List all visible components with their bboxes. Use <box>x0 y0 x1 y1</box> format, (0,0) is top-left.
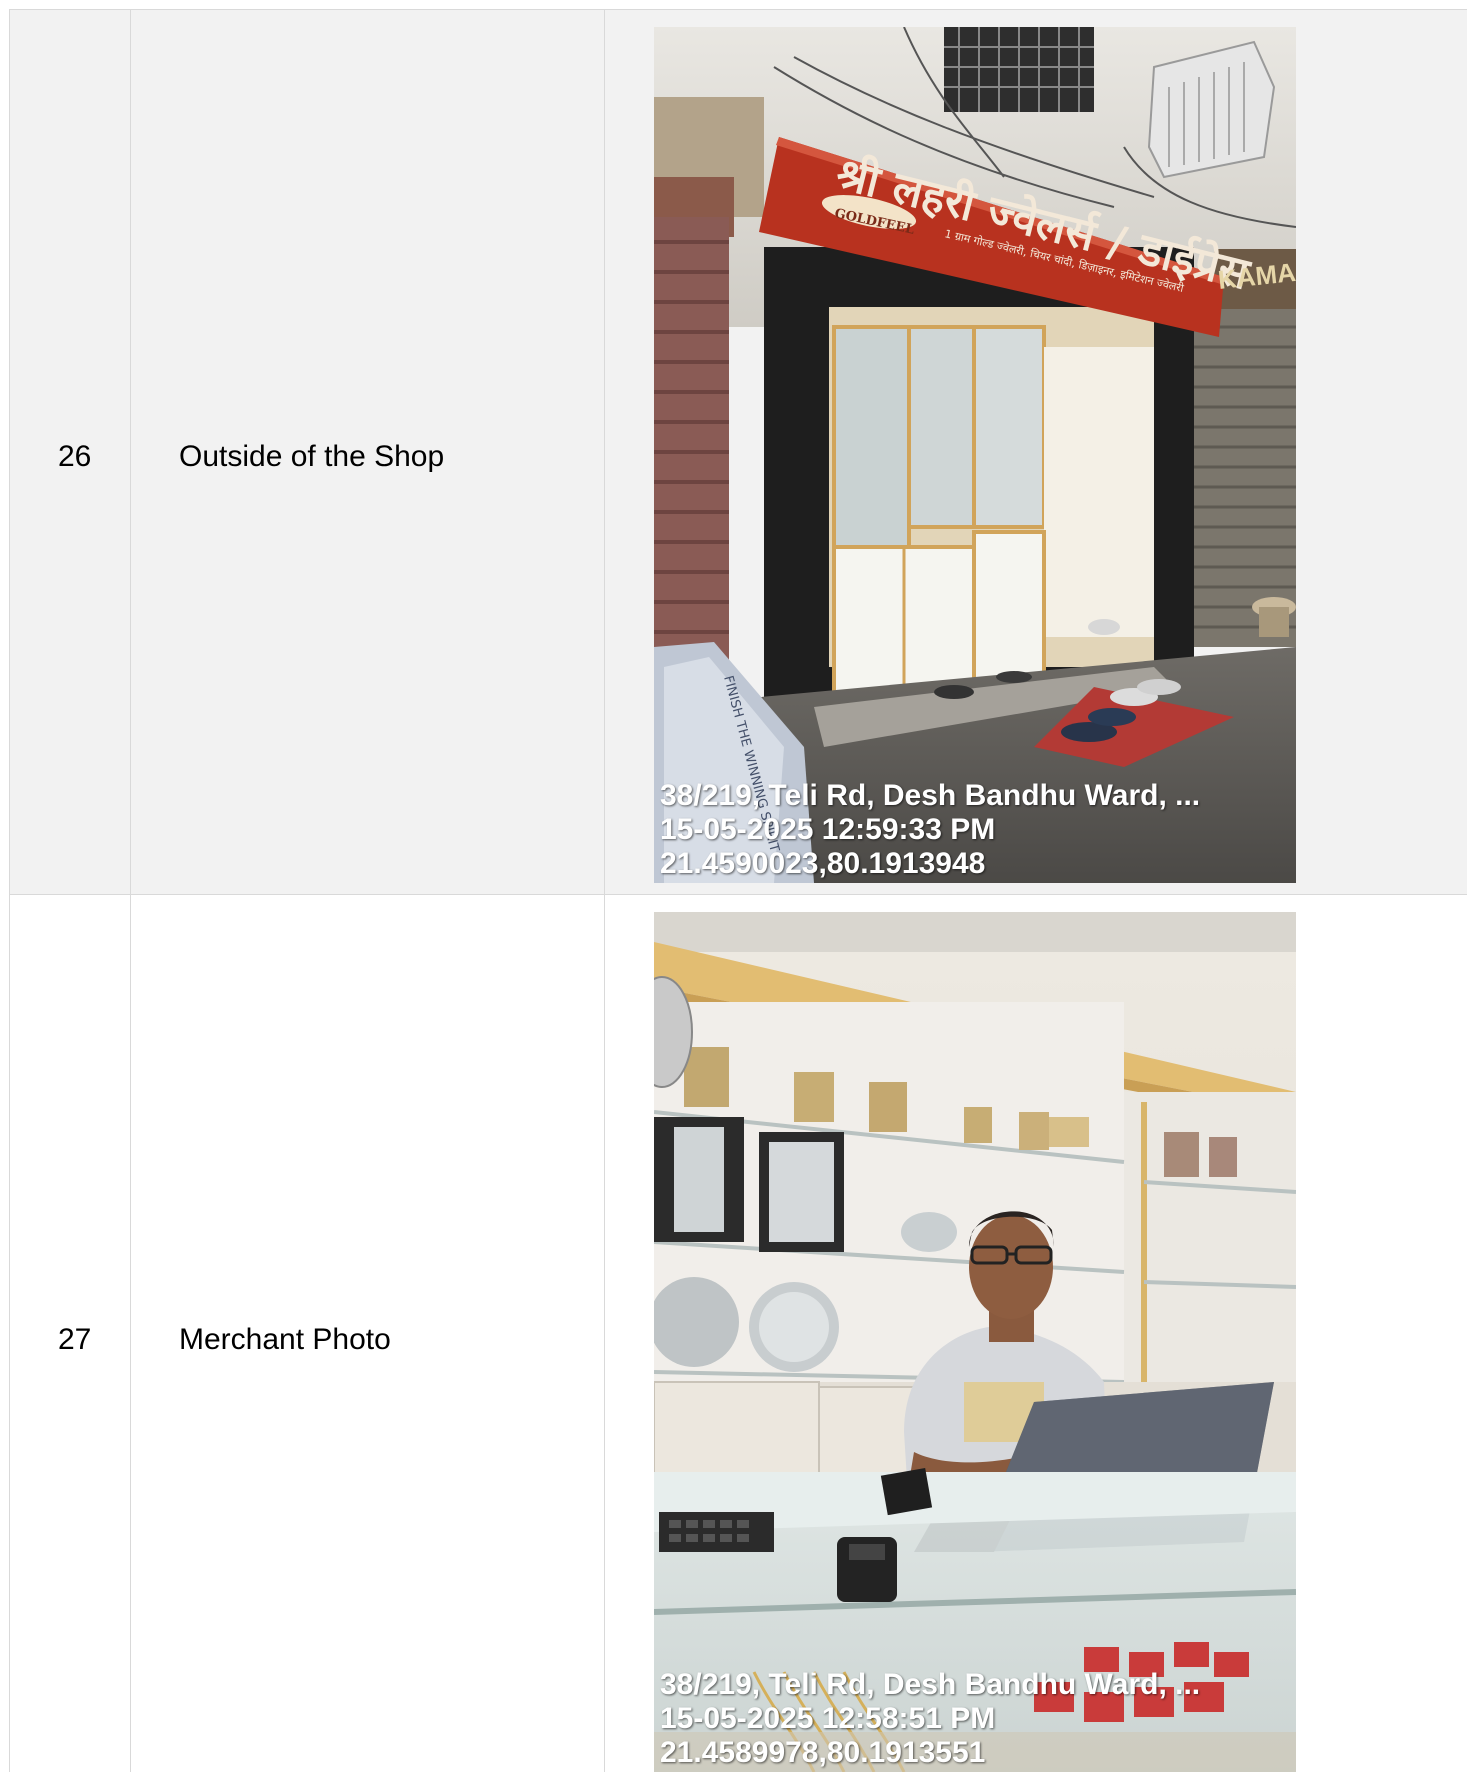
table-column-divider <box>604 9 605 1772</box>
geotag-address: 38/219, Teli Rd, Desh Bandhu Ward, ... <box>660 779 1201 812</box>
row-number: 27 <box>58 1323 92 1356</box>
table-border-top <box>9 9 1467 10</box>
row-number: 26 <box>58 440 92 473</box>
table-row-divider <box>9 894 1467 895</box>
table-border-left <box>9 9 10 1772</box>
merchant-photo: 38/219, Teli Rd, Desh Bandhu Ward, ... 1… <box>654 912 1296 1772</box>
photo-geotag-caption: 38/219, Teli Rd, Desh Bandhu Ward, ... 1… <box>660 1668 1200 1770</box>
photo-geotag-caption: 38/219, Teli Rd, Desh Bandhu Ward, ... 1… <box>660 779 1200 881</box>
row-label: Outside of the Shop <box>179 440 445 473</box>
table-column-divider <box>130 9 131 1772</box>
row-label: Merchant Photo <box>179 1323 391 1356</box>
shop-exterior-photo: श्री लहरी ज्वेलर्स / डाईप्रेस GOLDFEEL 1… <box>654 27 1296 883</box>
geotag-datetime: 15-05-2025 12:58:51 PM <box>660 1702 996 1735</box>
geotag-address: 38/219, Teli Rd, Desh Bandhu Ward, ... <box>660 1668 1201 1701</box>
geotag-coordinates: 21.4589978,80.1913551 <box>660 1736 986 1769</box>
geotag-datetime: 15-05-2025 12:59:33 PM <box>660 813 996 846</box>
geotag-coordinates: 21.4590023,80.1913948 <box>660 847 986 880</box>
